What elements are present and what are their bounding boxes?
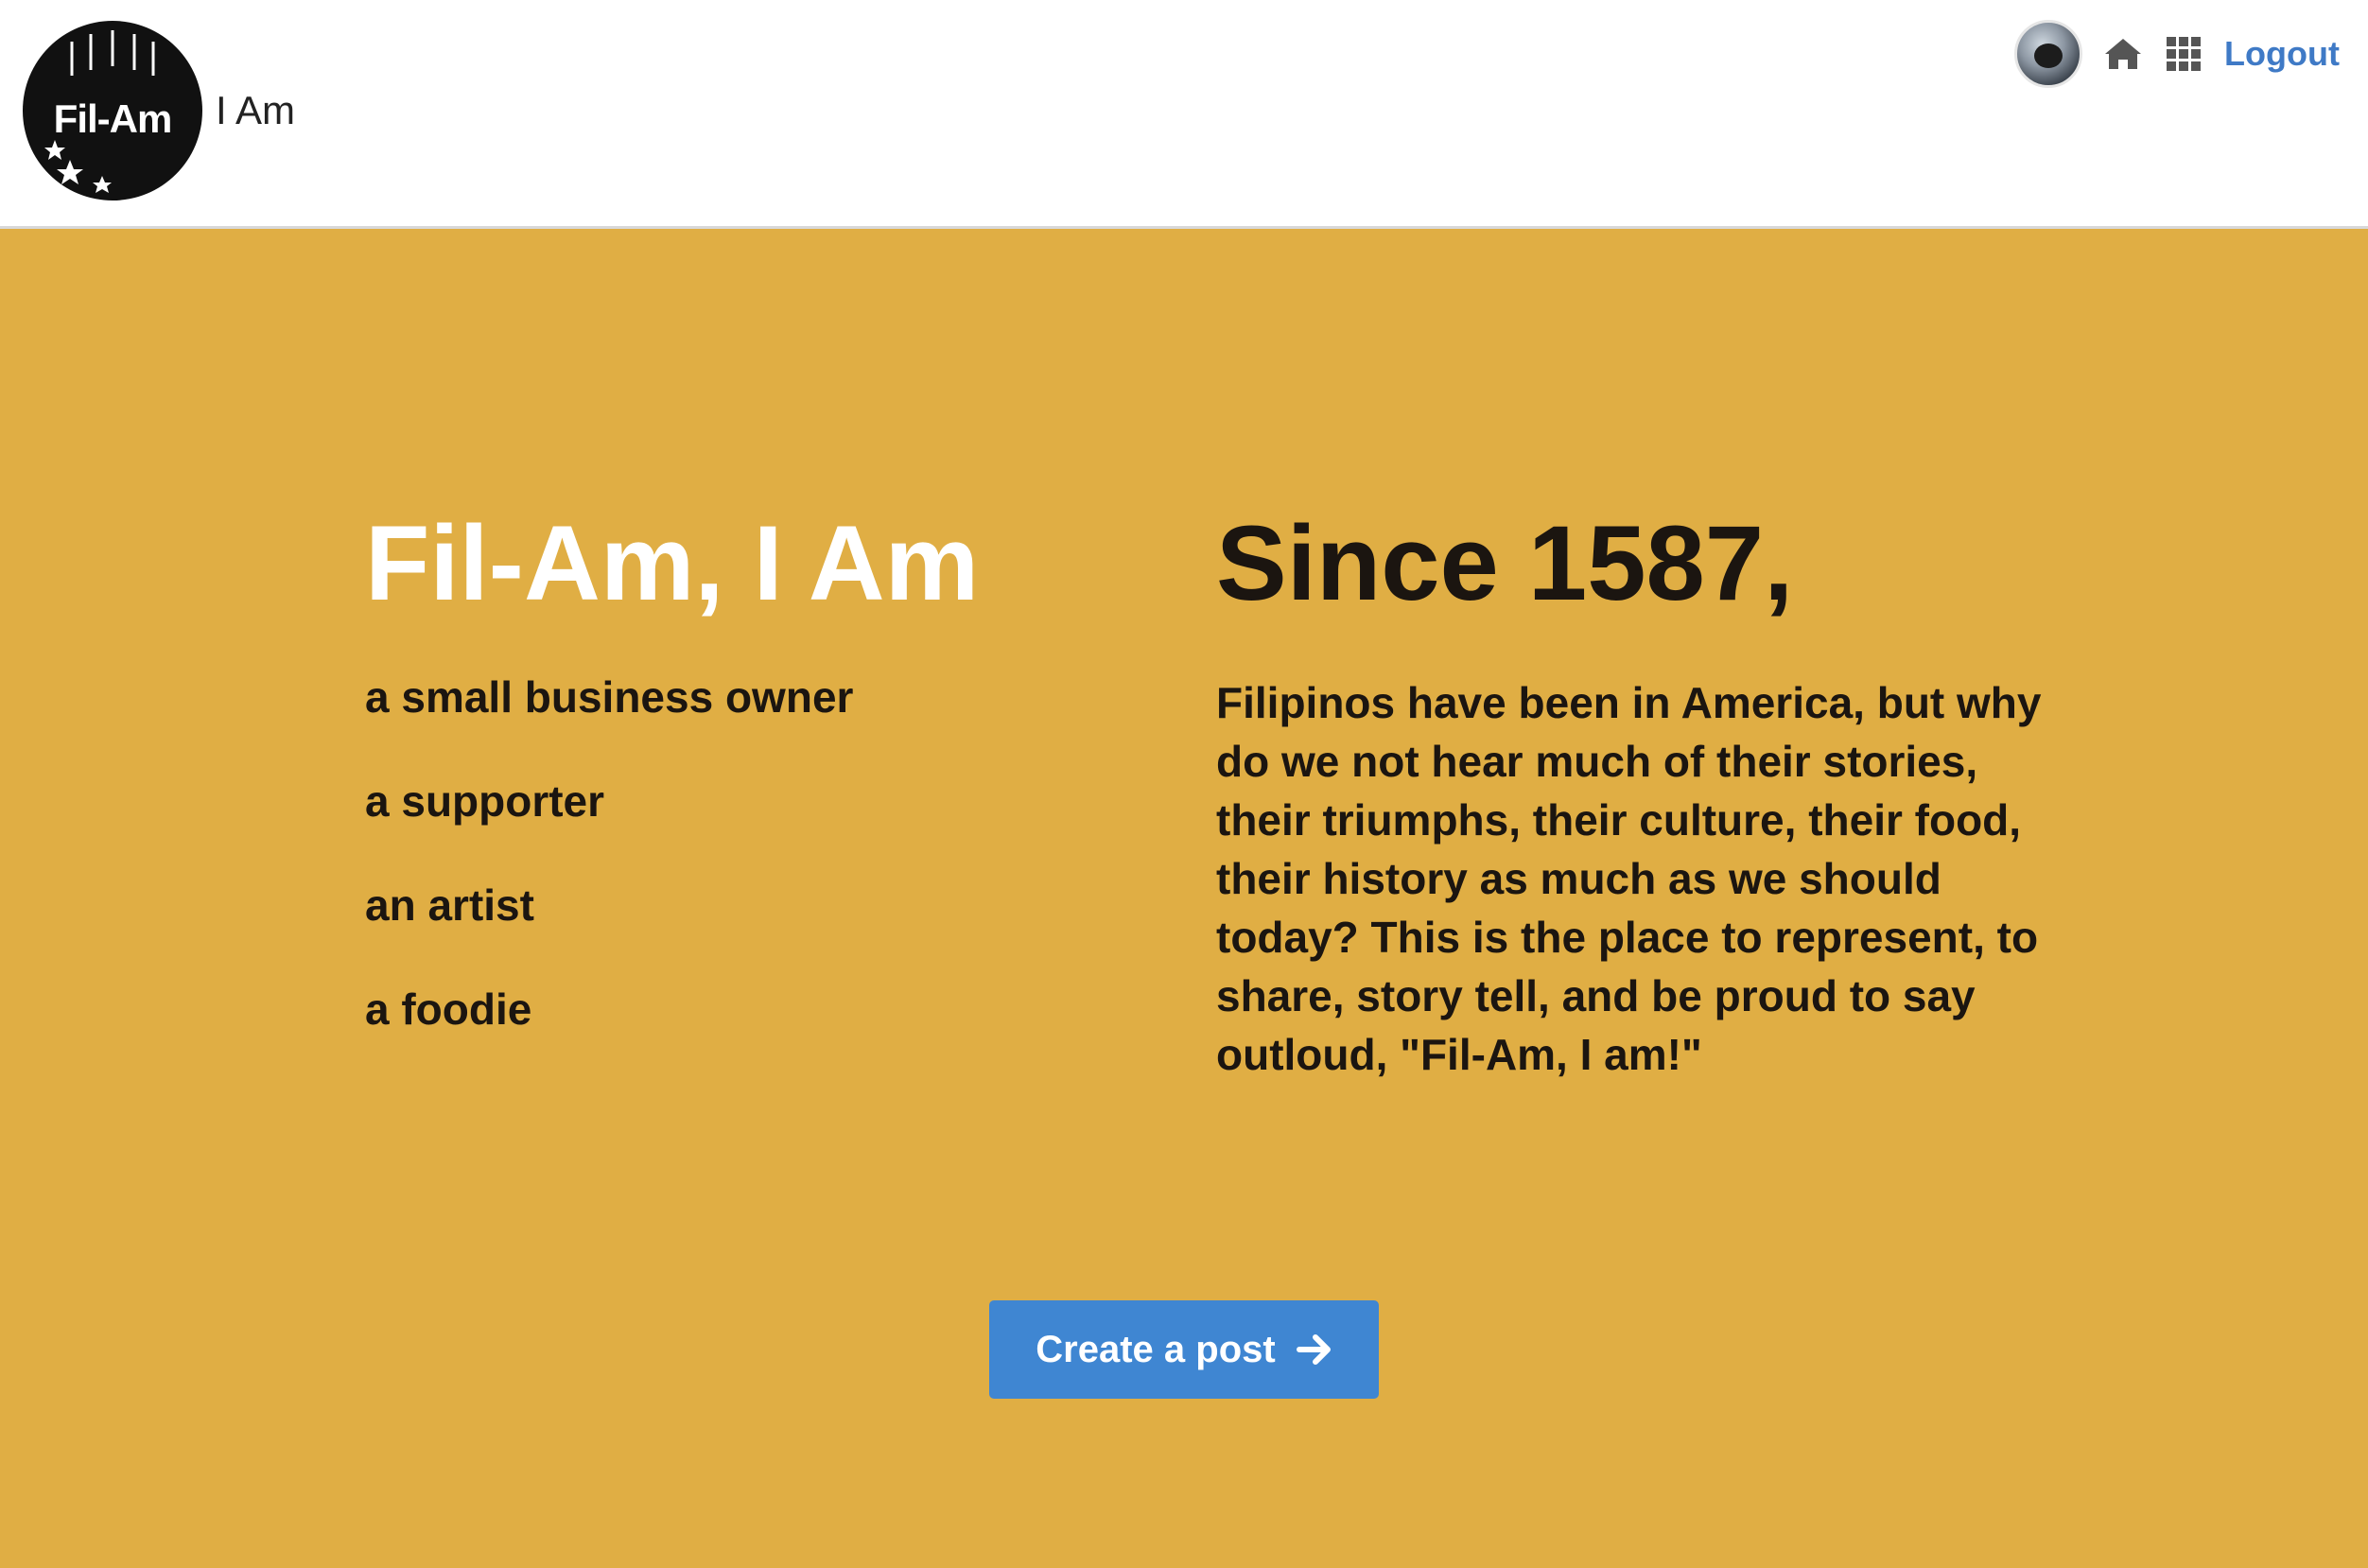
logo-suffix-text: I Am — [216, 88, 296, 132]
logout-link[interactable]: Logout — [2224, 34, 2340, 74]
hero-description: Filipinos have been in America, but why … — [1216, 678, 2042, 1079]
home-icon[interactable] — [2103, 34, 2143, 74]
logo-badge: Fil-Am — [23, 21, 202, 200]
top-nav: Logout — [2014, 20, 2340, 88]
hero-title: Fil-Am, I Am — [365, 504, 980, 622]
role-item: an artist — [365, 880, 534, 930]
create-post-label: Create a post — [1036, 1328, 1276, 1370]
site-header: Fil-Am I Am Logout — [0, 0, 2368, 229]
create-post-button[interactable]: Create a post — [989, 1300, 1379, 1399]
site-logo-link[interactable]: Fil-Am I Am — [23, 21, 296, 200]
user-avatar[interactable] — [2014, 20, 2083, 88]
role-item: a small business owner — [365, 672, 854, 722]
logo-mark-text: Fil-Am — [53, 96, 173, 141]
arrow-right-icon — [1296, 1334, 1331, 1365]
grid-icon[interactable] — [2164, 34, 2203, 74]
since-title: Since 1587, — [1216, 504, 1794, 622]
hero-right-column: Since 1587, Filipinos have been in Ameri… — [1216, 503, 2048, 1079]
role-item: a foodie — [365, 984, 532, 1034]
hero-left-column: Fil-Am, I Am a small business owner a su… — [365, 503, 1122, 1033]
role-item: a supporter — [365, 776, 605, 826]
hero-section: Fil-Am, I Am a small business owner a su… — [0, 229, 2368, 1568]
roles-list: a small business owner a supporter an ar… — [365, 673, 853, 1089]
